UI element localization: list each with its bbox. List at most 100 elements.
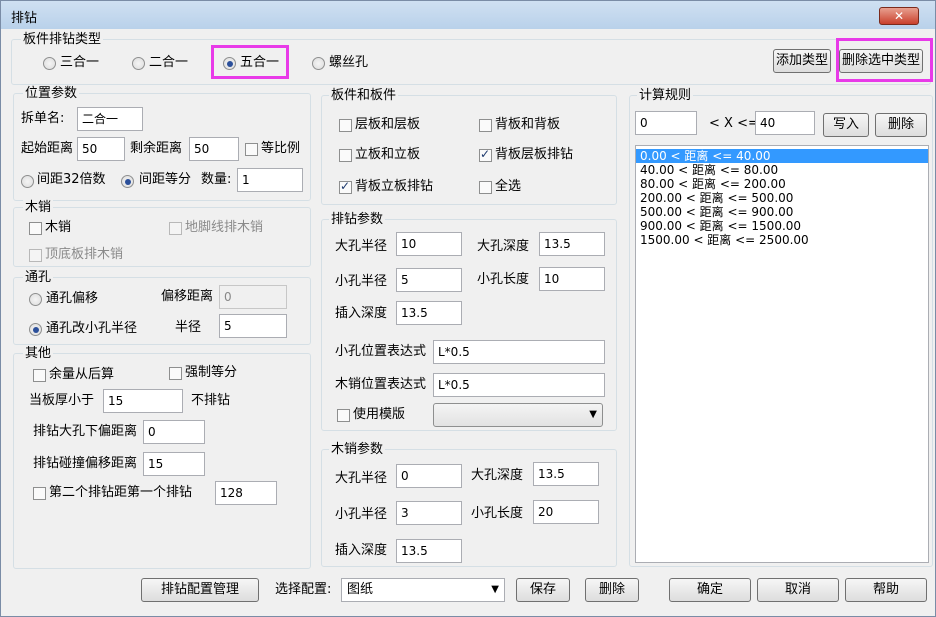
back-back-label[interactable]: 背板和背板 <box>495 117 560 133</box>
highlight-box-five-in-one <box>211 45 289 79</box>
highlight-box-delete-type <box>836 38 933 82</box>
save-button[interactable]: 保存 <box>516 578 570 602</box>
use-template-checkbox[interactable] <box>337 409 350 422</box>
radio-screw-hole[interactable] <box>312 57 325 70</box>
from-back-label[interactable]: 余量从后算 <box>49 367 114 383</box>
rule-list-item[interactable]: 80.00 < 距离 <= 200.00 <box>636 177 928 191</box>
dowel-small-length-label: 小孔长度 <box>471 506 524 521</box>
chevron-down-icon: ▼ <box>491 584 499 595</box>
boards-group-label: 板件和板件 <box>329 88 399 103</box>
dowel-insert-depth-input[interactable]: 13.5 <box>396 539 462 563</box>
equal-ratio-label[interactable]: 等比例 <box>261 141 300 157</box>
second-drill-label[interactable]: 第二个排钻距第一个排钻 <box>49 485 192 501</box>
foot-line-dowel-checkbox[interactable] <box>169 222 182 235</box>
use-template-label[interactable]: 使用模版 <box>353 407 405 423</box>
rule-list-item[interactable]: 900.00 < 距离 <= 1500.00 <box>636 219 928 233</box>
foot-line-dowel-label[interactable]: 地脚线排木销 <box>185 220 263 236</box>
radio-screw-hole-label[interactable]: 螺丝孔 <box>329 55 368 71</box>
radio-spacing-equal-label[interactable]: 间距等分 <box>139 172 191 188</box>
force-equal-label[interactable]: 强制等分 <box>185 365 237 381</box>
radio-two-in-one[interactable] <box>132 57 145 70</box>
second-drill-input[interactable]: 128 <box>215 481 277 505</box>
rule-to-input[interactable]: 40 <box>755 111 815 135</box>
big-hole-offset-input[interactable]: 0 <box>143 420 205 444</box>
radio-through-offset-label[interactable]: 通孔偏移 <box>46 291 98 307</box>
delete-config-button[interactable]: 删除 <box>585 578 639 602</box>
radio-change-small-radius-label[interactable]: 通孔改小孔半径 <box>46 321 137 337</box>
drill-params-group-label: 排钻参数 <box>329 212 386 227</box>
vertical-vertical-checkbox[interactable] <box>339 149 352 162</box>
split-name-input[interactable]: 二合一 <box>77 107 143 131</box>
drill-big-depth-input[interactable]: 13.5 <box>539 232 605 256</box>
offset-distance-input[interactable]: 0 <box>219 285 287 309</box>
radio-three-in-one-label[interactable]: 三合一 <box>60 55 99 71</box>
dowel-checkbox[interactable] <box>29 222 42 235</box>
cancel-button[interactable]: 取消 <box>757 578 839 602</box>
dowel-small-radius-input[interactable]: 3 <box>396 501 462 525</box>
back-vertical-drill-label[interactable]: 背板立板排钻 <box>355 179 433 195</box>
config-select[interactable]: 图纸 ▼ <box>341 578 505 602</box>
back-back-checkbox[interactable] <box>479 119 492 132</box>
count-input[interactable]: 1 <box>237 168 303 192</box>
radio-three-in-one[interactable] <box>43 57 56 70</box>
delete-rule-button[interactable]: 删除 <box>875 113 927 137</box>
dowel-small-length-input[interactable]: 20 <box>533 500 599 524</box>
dowel-small-radius-label: 小孔半径 <box>335 507 388 522</box>
other-group-label: 其他 <box>23 346 54 361</box>
dowel-big-depth-input[interactable]: 13.5 <box>533 462 599 486</box>
radio-spacing-32-label[interactable]: 间距32倍数 <box>37 172 106 188</box>
equal-ratio-checkbox[interactable] <box>245 143 258 156</box>
rule-list-item[interactable]: 40.00 < 距离 <= 80.00 <box>636 163 928 177</box>
layer-layer-checkbox[interactable] <box>339 119 352 132</box>
small-hole-expression-input[interactable]: L*0.5 <box>433 340 605 364</box>
ok-button[interactable]: 确定 <box>669 578 751 602</box>
rule-list-item[interactable]: 500.00 < 距离 <= 900.00 <box>636 205 928 219</box>
from-back-checkbox[interactable] <box>33 369 46 382</box>
back-layer-drill-label[interactable]: 背板层板排钻 <box>495 147 573 163</box>
back-vertical-drill-checkbox[interactable] <box>339 179 352 194</box>
radio-through-offset[interactable] <box>29 293 42 306</box>
rules-group-label: 计算规则 <box>637 88 694 103</box>
select-all-checkbox[interactable] <box>479 181 492 194</box>
dowel-label[interactable]: 木销 <box>45 220 71 236</box>
top-bottom-dowel-label[interactable]: 顶底板排木销 <box>45 247 123 263</box>
rule-list-item[interactable]: 1500.00 < 距离 <= 2500.00 <box>636 233 928 247</box>
radio-spacing-32[interactable] <box>21 175 34 188</box>
thickness-input[interactable]: 15 <box>103 389 183 413</box>
drill-big-radius-input[interactable]: 10 <box>396 232 462 256</box>
drill-insert-depth-input[interactable]: 13.5 <box>396 301 462 325</box>
start-distance-label: 起始距离 <box>21 141 74 156</box>
drill-dialog: 排钻 ✕ 板件排钻类型 三合一 二合一 五合一 螺丝孔 添加类型 删除选中类型 … <box>0 0 936 617</box>
radius-input[interactable]: 5 <box>219 314 287 338</box>
drill-small-length-input[interactable]: 10 <box>539 267 605 291</box>
drill-small-radius-input[interactable]: 5 <box>396 268 462 292</box>
rule-list-item[interactable]: 0.00 < 距离 <= 40.00 <box>636 149 928 163</box>
radio-two-in-one-label[interactable]: 二合一 <box>149 55 188 71</box>
close-button[interactable]: ✕ <box>879 7 919 25</box>
dowel-big-radius-input[interactable]: 0 <box>396 464 462 488</box>
rules-list[interactable]: 0.00 < 距离 <= 40.00 40.00 < 距离 <= 80.00 80.… <box>635 145 929 563</box>
remain-distance-input[interactable]: 50 <box>189 137 239 161</box>
radio-spacing-equal[interactable] <box>121 175 134 188</box>
back-layer-drill-checkbox[interactable] <box>479 147 492 162</box>
force-equal-checkbox[interactable] <box>169 367 182 380</box>
no-drill-label: 不排钻 <box>191 393 231 408</box>
rule-from-input[interactable]: 0 <box>635 111 697 135</box>
collision-offset-input[interactable]: 15 <box>143 452 205 476</box>
dowel-expression-input[interactable]: L*0.5 <box>433 373 605 397</box>
template-select[interactable]: ▼ <box>433 403 603 427</box>
vertical-vertical-label[interactable]: 立板和立板 <box>355 147 420 163</box>
start-distance-input[interactable]: 50 <box>77 137 125 161</box>
top-bottom-dowel-checkbox[interactable] <box>29 249 42 262</box>
select-all-label[interactable]: 全选 <box>495 179 521 195</box>
radio-change-small-radius[interactable] <box>29 323 42 336</box>
rule-list-item[interactable]: 200.00 < 距离 <= 500.00 <box>636 191 928 205</box>
help-button[interactable]: 帮助 <box>845 578 927 602</box>
layer-layer-label[interactable]: 层板和层板 <box>355 117 420 133</box>
dowel-insert-depth-label: 插入深度 <box>335 543 388 558</box>
second-drill-checkbox[interactable] <box>33 487 46 500</box>
config-manage-button[interactable]: 排钻配置管理 <box>141 578 259 602</box>
title-bar[interactable]: 排钻 ✕ <box>1 1 935 29</box>
add-type-button[interactable]: 添加类型 <box>773 49 831 73</box>
write-rule-button[interactable]: 写入 <box>823 113 869 137</box>
